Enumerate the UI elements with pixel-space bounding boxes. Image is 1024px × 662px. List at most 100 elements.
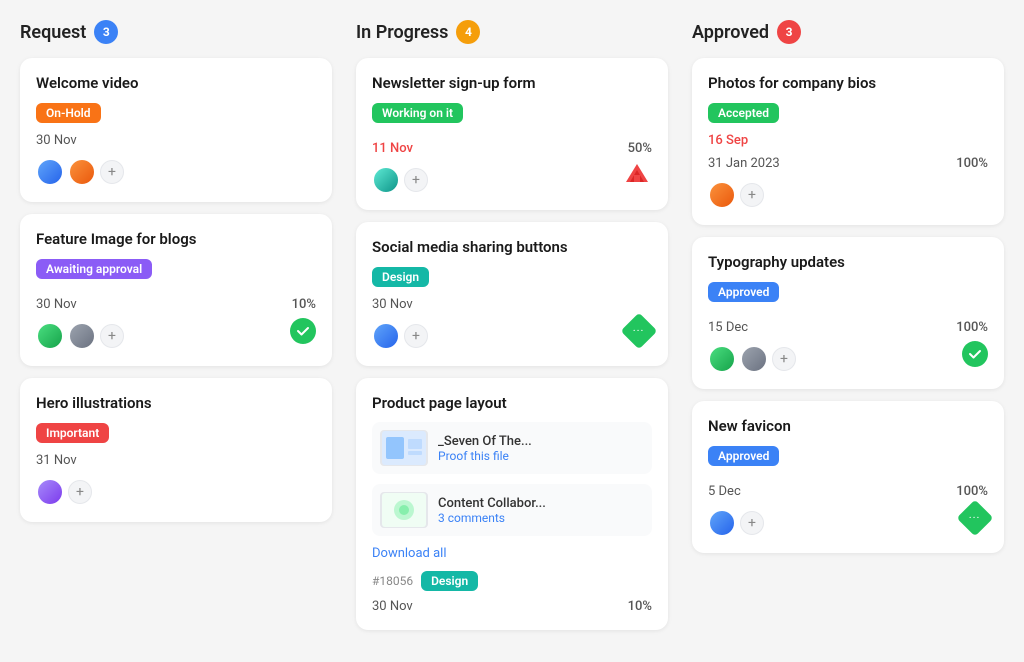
card-date-red-photos-bios: 16 Sep [708,133,988,148]
kanban-board: Request 3 Welcome video On-Hold 30 Nov +… [20,20,1004,642]
card-date-typography: 15 Dec [708,320,748,335]
add-avatar-button[interactable]: + [404,324,428,348]
card-newsletter: Newsletter sign-up form Working on it 11… [356,58,668,210]
card-bottom-newsletter: + [372,156,652,194]
card-bottom-new-favicon: + ··· [708,499,988,537]
card-title-typography: Typography updates [708,253,988,271]
file-thumbnail-2 [380,492,428,528]
download-all-link[interactable]: Download all [372,546,652,561]
column-title-request: Request [20,22,86,43]
card-bottom-social-media: + ··· [372,312,652,350]
column-header-in-progress: In Progress 4 [356,20,668,44]
card-title-social-media: Social media sharing buttons [372,238,652,256]
card-meta-newsletter: 11 Nov 50% [372,141,652,156]
avatar [372,322,400,350]
avatar-group-feature-image: + [36,322,124,350]
card-date-welcome-video: 30 Nov [36,133,316,148]
tag-accepted: Accepted [708,103,779,123]
tag-approved-favicon: Approved [708,446,779,466]
card-typography: Typography updates Approved 15 Dec 100% … [692,237,1004,389]
card-date-social-media: 30 Nov [372,297,652,312]
proof-file-link[interactable]: Proof this file [438,449,532,463]
card-bottom-feature-image: + [36,312,316,350]
card-percent-new-favicon: 100% [956,484,988,499]
card-meta-typography: 15 Dec 100% [708,320,988,335]
diamond-dots-icon: ··· [621,313,658,350]
avatar-group-welcome-video: + [36,158,316,186]
add-avatar-button[interactable]: + [100,160,124,184]
tag-design-social: Design [372,267,429,287]
diamond-dots-icon: ··· [957,500,994,537]
card-title-photos-bios: Photos for company bios [708,74,988,92]
avatar-group-social-media: + [372,322,428,350]
tag-important: Important [36,423,109,443]
column-header-request: Request 3 [20,20,332,44]
avatar [36,322,64,350]
card-social-media: Social media sharing buttons Design 30 N… [356,222,668,366]
file-preview-1: _Seven Of The... Proof this file [372,422,652,474]
column-request: Request 3 Welcome video On-Hold 30 Nov +… [20,20,332,642]
add-avatar-button[interactable]: + [100,324,124,348]
avatar-group-typography: + [708,345,796,373]
card-title-newsletter: Newsletter sign-up form [372,74,652,92]
column-title-approved: Approved [692,22,769,43]
file-info-2: Content Collabor... 3 comments [438,496,546,525]
card-meta-product-page: 30 Nov 10% [372,599,652,614]
card-date-product-page: 30 Nov [372,599,413,614]
avatar [740,345,768,373]
tag-approved-typography: Approved [708,282,779,302]
add-avatar-button[interactable]: + [68,480,92,504]
avatar [372,166,400,194]
card-id-row: #18056 Design [372,571,652,591]
tag-on-hold: On-Hold [36,103,101,123]
card-percent-feature-image: 10% [292,297,316,312]
card-hero-illustrations: Hero illustrations Important 31 Nov + [20,378,332,522]
card-title-new-favicon: New favicon [708,417,988,435]
add-avatar-button[interactable]: + [772,347,796,371]
card-bottom-typography: + [708,335,988,373]
check-icon [962,341,988,367]
card-percent-newsletter: 50% [628,141,652,156]
card-date-photos-bios: 31 Jan 2023 [708,156,780,171]
avatar [36,478,64,506]
avatar [68,158,96,186]
card-date-hero-illustrations: 31 Nov [36,453,316,468]
card-title-feature-image: Feature Image for blogs [36,230,316,248]
file-name-2: Content Collabor... [438,496,546,511]
check-icon [290,318,316,344]
card-new-favicon: New favicon Approved 5 Dec 100% + ··· [692,401,1004,553]
card-date-newsletter: 11 Nov [372,141,413,156]
card-date-new-favicon: 5 Dec [708,484,741,499]
avatar [36,158,64,186]
add-avatar-button[interactable]: + [740,511,764,535]
tag-design-product: Design [421,571,478,591]
card-title-welcome-video: Welcome video [36,74,316,92]
avatar-group-photos-bios: + [708,181,988,209]
card-meta-feature-image: 30 Nov 10% [36,297,316,312]
card-photos-bios: Photos for company bios Accepted 16 Sep … [692,58,1004,225]
add-avatar-button[interactable]: + [740,183,764,207]
file-info-1: _Seven Of The... Proof this file [438,434,532,463]
tag-working-on-it: Working on it [372,103,463,123]
avatar-group-hero-illustrations: + [36,478,316,506]
file-name-1: _Seven Of The... [438,434,532,449]
card-feature-image: Feature Image for blogs Awaiting approva… [20,214,332,366]
add-avatar-button[interactable]: + [404,168,428,192]
column-title-in-progress: In Progress [356,22,448,43]
card-percent-product-page: 10% [628,599,652,614]
avatar [708,345,736,373]
file-thumbnail-1 [380,430,428,466]
avatar [708,509,736,537]
avatar-group-newsletter: + [372,166,428,194]
column-badge-request: 3 [94,20,118,44]
tag-awaiting-approval: Awaiting approval [36,259,152,279]
column-approved: Approved 3 Photos for company bios Accep… [692,20,1004,642]
card-id-label: #18056 [372,574,413,588]
card-title-hero-illustrations: Hero illustrations [36,394,316,412]
card-title-product-page: Product page layout [372,394,652,412]
card-date-feature-image: 30 Nov [36,297,77,312]
comments-link[interactable]: 3 comments [438,511,546,525]
card-percent-typography: 100% [956,320,988,335]
avatar-group-new-favicon: + [708,509,764,537]
column-badge-approved: 3 [777,20,801,44]
